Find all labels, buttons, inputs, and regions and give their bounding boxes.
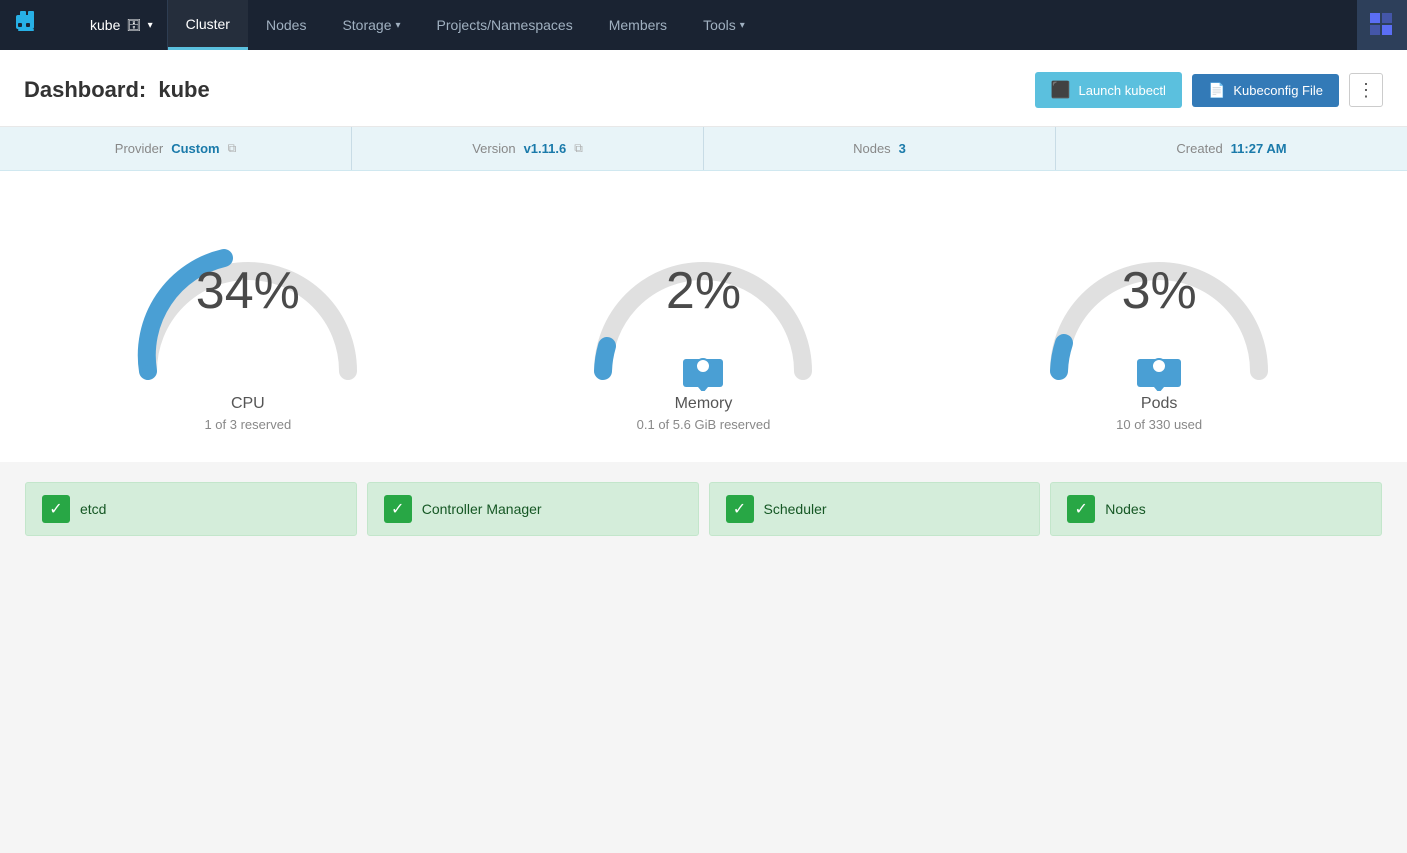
cpu-gauge-wrap: 34% xyxy=(118,211,378,391)
nav-item-members[interactable]: Members xyxy=(591,0,685,50)
nav-item-tools[interactable]: Tools ▾ xyxy=(685,0,763,50)
memory-sublabel: 0.1 of 5.6 GiB reserved xyxy=(637,417,771,432)
nav-item-nodes[interactable]: Nodes xyxy=(248,0,324,50)
info-created: Created 11:27 AM xyxy=(1056,127,1407,170)
kube-selector-chevron: ▾ xyxy=(148,20,153,31)
gauges-section: 34% CPU 1 of 3 reserved 2% xyxy=(0,171,1407,462)
cpu-gauge-center: 34% xyxy=(196,261,300,321)
navbar: kube 🗄 ▾ Cluster Nodes Storage ▾ Project… xyxy=(0,0,1407,50)
created-value: 11:27 AM xyxy=(1231,141,1287,156)
more-icon: ⋮ xyxy=(1357,80,1375,101)
nodes-check-icon: ✓ xyxy=(1067,495,1095,523)
nodes-label: Nodes xyxy=(853,141,891,156)
pods-sublabel: 10 of 330 used xyxy=(1116,417,1202,432)
user-avatar[interactable] xyxy=(1357,0,1407,50)
provider-copy-icon[interactable]: ⧉ xyxy=(228,141,237,156)
kubeconfig-file-icon: 📄 xyxy=(1208,82,1225,99)
kubeconfig-label: Kubeconfig File xyxy=(1233,83,1323,98)
page-title-prefix: Dashboard: xyxy=(24,77,146,102)
info-nodes: Nodes 3 xyxy=(704,127,1056,170)
controller-manager-check-icon: ✓ xyxy=(384,495,412,523)
etcd-check-icon: ✓ xyxy=(42,495,70,523)
info-version: Version v1.11.6 ⧉ xyxy=(352,127,704,170)
provider-value: Custom xyxy=(171,141,219,156)
pods-gauge: 3% Pods 10 of 330 used xyxy=(999,211,1319,432)
status-controller-manager: ✓ Controller Manager xyxy=(367,482,699,536)
nav-item-nodes-label: Nodes xyxy=(266,17,306,33)
nav-items: Cluster Nodes Storage ▾ Projects/Namespa… xyxy=(168,0,1357,50)
nav-item-members-label: Members xyxy=(609,17,667,33)
pods-gauge-wrap: 3% xyxy=(1029,211,1289,391)
nav-right xyxy=(1357,0,1407,50)
etcd-label: etcd xyxy=(80,501,106,517)
brand xyxy=(0,0,76,50)
info-provider: Provider Custom ⧉ xyxy=(0,127,352,170)
pods-gauge-center: 3% xyxy=(1122,261,1197,321)
nav-item-projects[interactable]: Projects/Namespaces xyxy=(419,0,591,50)
kubeconfig-button[interactable]: 📄 Kubeconfig File xyxy=(1192,74,1339,107)
info-bar: Provider Custom ⧉ Version v1.11.6 ⧉ Node… xyxy=(0,127,1407,171)
brand-logo xyxy=(12,7,64,43)
kubectl-terminal-icon: ⬛ xyxy=(1051,80,1071,100)
nodes-value: 3 xyxy=(899,141,906,156)
memory-label: Memory xyxy=(675,395,733,413)
page-header: Dashboard: kube ⬛ Launch kubectl 📄 Kubec… xyxy=(0,50,1407,127)
pods-label: Pods xyxy=(1141,395,1177,413)
tools-chevron-icon: ▾ xyxy=(740,20,745,31)
version-value: v1.11.6 xyxy=(524,141,567,156)
cpu-gauge: 34% CPU 1 of 3 reserved xyxy=(88,211,408,432)
nav-item-storage[interactable]: Storage ▾ xyxy=(324,0,418,50)
status-section: ✓ etcd ✓ Controller Manager ✓ Scheduler … xyxy=(0,462,1407,556)
status-scheduler: ✓ Scheduler xyxy=(709,482,1041,536)
nav-item-tools-label: Tools xyxy=(703,17,736,33)
memory-gauge: 2% Memory 0.1 of 5.6 GiB reserved xyxy=(543,211,863,432)
cpu-sublabel: 1 of 3 reserved xyxy=(204,417,291,432)
version-copy-icon[interactable]: ⧉ xyxy=(574,141,583,156)
pods-percent: 3% xyxy=(1122,261,1197,321)
launch-kubectl-label: Launch kubectl xyxy=(1078,83,1165,98)
more-options-button[interactable]: ⋮ xyxy=(1349,73,1383,107)
memory-percent: 2% xyxy=(666,261,741,321)
storage-chevron-icon: ▾ xyxy=(396,20,401,31)
kube-selector-db-icon: 🗄 xyxy=(126,18,141,32)
memory-gauge-center: 2% xyxy=(666,261,741,321)
created-label: Created xyxy=(1176,141,1222,156)
nav-item-projects-label: Projects/Namespaces xyxy=(437,17,573,33)
memory-gauge-wrap: 2% xyxy=(573,211,833,391)
provider-label: Provider xyxy=(115,141,163,156)
kube-selector-label: kube xyxy=(90,17,120,33)
page-title: Dashboard: kube xyxy=(24,77,210,103)
status-etcd: ✓ etcd xyxy=(25,482,357,536)
launch-kubectl-button[interactable]: ⬛ Launch kubectl xyxy=(1035,72,1182,108)
scheduler-check-icon: ✓ xyxy=(726,495,754,523)
page-title-name: kube xyxy=(158,77,209,102)
nodes-status-label: Nodes xyxy=(1105,501,1145,517)
controller-manager-label: Controller Manager xyxy=(422,501,542,517)
version-label: Version xyxy=(472,141,515,156)
cpu-percent: 34% xyxy=(196,261,300,321)
nav-item-storage-label: Storage xyxy=(342,17,391,33)
nav-item-cluster[interactable]: Cluster xyxy=(168,0,248,50)
kube-selector[interactable]: kube 🗄 ▾ xyxy=(76,0,168,50)
cpu-label: CPU xyxy=(231,395,265,413)
status-nodes: ✓ Nodes xyxy=(1050,482,1382,536)
avatar-icon xyxy=(1368,11,1396,39)
nav-item-cluster-label: Cluster xyxy=(186,16,230,32)
scheduler-label: Scheduler xyxy=(764,501,827,517)
header-actions: ⬛ Launch kubectl 📄 Kubeconfig File ⋮ xyxy=(1035,72,1383,108)
